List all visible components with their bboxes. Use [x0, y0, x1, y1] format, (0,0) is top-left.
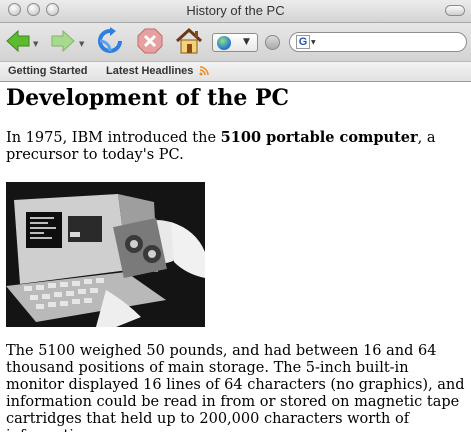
- back-button[interactable]: [5, 27, 31, 55]
- site-identity-dropdown[interactable]: ▼: [212, 33, 258, 52]
- reload-button[interactable]: [96, 27, 124, 55]
- stop-icon: [137, 28, 163, 54]
- navigation-toolbar: ▼ ▼ ▼ G ▼: [0, 23, 471, 62]
- window-title: History of the PC: [186, 3, 285, 18]
- google-icon: G: [296, 35, 310, 49]
- title-bar: History of the PC: [0, 0, 471, 23]
- stop-button[interactable]: [136, 27, 164, 55]
- intro-text-start: In 1975, IBM introduced the: [6, 130, 221, 146]
- ibm-5100-illustration: [6, 182, 205, 327]
- rss-icon: [199, 66, 209, 76]
- forward-button[interactable]: [50, 27, 76, 55]
- search-input[interactable]: G ▼: [289, 32, 467, 52]
- globe-icon: [217, 36, 231, 50]
- forward-arrow-icon: [51, 29, 75, 53]
- go-button[interactable]: [265, 35, 280, 50]
- back-history-dropdown-icon[interactable]: ▼: [33, 40, 38, 48]
- back-arrow-icon: [6, 29, 30, 53]
- forward-history-dropdown-icon[interactable]: ▼: [79, 40, 84, 48]
- browser-window: History of the PC ▼ ▼ ▼ G ▼ Getting Star…: [0, 0, 471, 432]
- intro-paragraph: In 1975, IBM introduced the 5100 portabl…: [6, 129, 468, 164]
- intro-bold-text: 5100 portable computer: [220, 129, 418, 146]
- home-button[interactable]: [174, 27, 204, 55]
- page-heading: Development of the PC: [6, 85, 290, 111]
- chevron-down-icon: ▼: [243, 37, 250, 47]
- home-icon: [175, 27, 203, 54]
- toolbar-toggle-button[interactable]: [445, 5, 465, 16]
- bookmarks-bar: Getting Started Latest Headlines: [0, 62, 471, 82]
- details-paragraph: The 5100 weighed 50 pounds, and had betw…: [6, 343, 465, 432]
- bookmark-getting-started[interactable]: Getting Started: [8, 65, 87, 77]
- bookmark-latest-headlines[interactable]: Latest Headlines: [106, 65, 193, 77]
- search-engine-dropdown-icon[interactable]: ▼: [311, 39, 316, 46]
- reload-icon: [98, 27, 122, 53]
- ibm-5100-photo: [6, 182, 205, 327]
